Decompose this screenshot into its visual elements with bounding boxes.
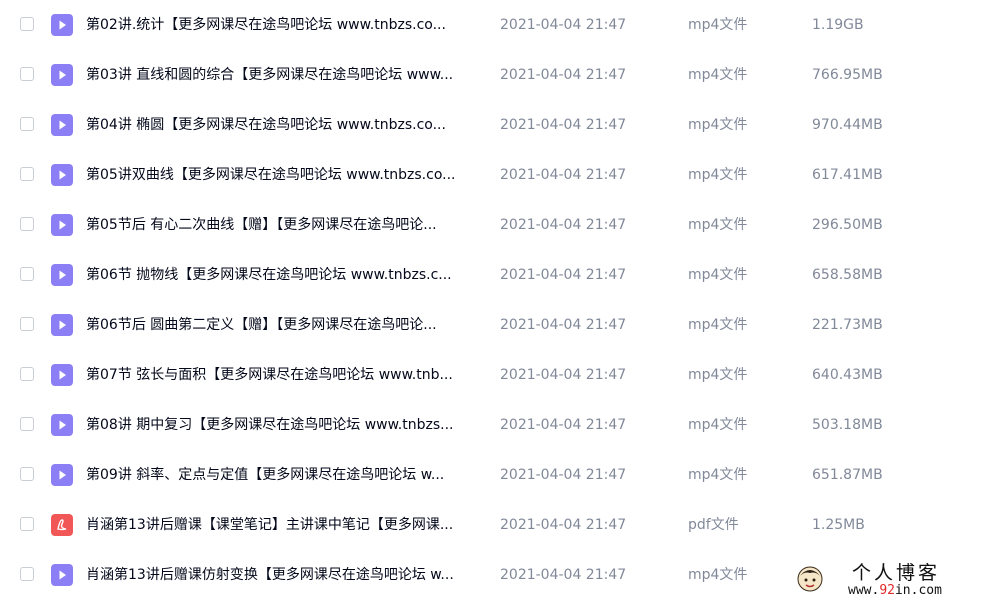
file-type: mp4文件	[688, 317, 748, 333]
file-name[interactable]: 第08讲 期中复习【更多网课尽在途鸟吧论坛 www.tnbzs...	[86, 415, 486, 435]
file-row[interactable]: 第06节后 圆曲第二定义【赠】【更多网课尽在途鸟吧论... 2021-04-04 …	[0, 300, 987, 350]
video-file-icon	[51, 114, 73, 136]
video-file-icon	[51, 214, 73, 236]
file-date: 2021-04-04 21:47	[500, 567, 627, 583]
file-size: 1.25MB	[812, 517, 865, 533]
file-row[interactable]: 第05节后 有心二次曲线【赠】【更多网课尽在途鸟吧论... 2021-04-04 …	[0, 200, 987, 250]
file-list: 第02讲.统计【更多网课尽在途鸟吧论坛 www.tnbzs.co... 2021-…	[0, 0, 987, 603]
file-size: 1.19GB	[812, 17, 864, 33]
file-date: 2021-04-04 21:47	[500, 267, 627, 283]
pdf-file-icon	[51, 514, 73, 536]
file-date: 2021-04-04 21:47	[500, 417, 627, 433]
file-date: 2021-04-04 21:47	[500, 17, 627, 33]
file-row[interactable]: 第07节 弦长与面积【更多网课尽在途鸟吧论坛 www.tnb... 2021-04…	[0, 350, 987, 400]
file-type: mp4文件	[688, 17, 748, 33]
file-type: mp4文件	[688, 167, 748, 183]
file-row[interactable]: 肖涵第13讲后赠课【课堂笔记】主讲课中笔记【更多网课... 2021-04-04 …	[0, 500, 987, 550]
file-name[interactable]: 第06节 抛物线【更多网课尽在途鸟吧论坛 www.tnbzs.c...	[86, 265, 486, 285]
row-checkbox[interactable]	[20, 267, 34, 281]
file-row[interactable]: 第09讲 斜率、定点与定值【更多网课尽在途鸟吧论坛 w... 2021-04-04…	[0, 450, 987, 500]
row-checkbox[interactable]	[20, 467, 34, 481]
video-file-icon	[51, 314, 73, 336]
video-file-icon	[51, 14, 73, 36]
row-checkbox[interactable]	[20, 117, 34, 131]
file-name[interactable]: 第07节 弦长与面积【更多网课尽在途鸟吧论坛 www.tnb...	[86, 365, 486, 385]
file-date: 2021-04-04 21:47	[500, 217, 627, 233]
video-file-icon	[51, 414, 73, 436]
file-size: 970.44MB	[812, 117, 883, 133]
file-row[interactable]: 第02讲.统计【更多网课尽在途鸟吧论坛 www.tnbzs.co... 2021-…	[0, 0, 987, 50]
watermark-logo: 个人博客 www.92in.com	[792, 560, 980, 602]
row-checkbox[interactable]	[20, 17, 34, 31]
file-date: 2021-04-04 21:47	[500, 67, 627, 83]
avatar-icon	[797, 566, 823, 592]
file-name[interactable]: 第09讲 斜率、定点与定值【更多网课尽在途鸟吧论坛 w...	[86, 465, 486, 485]
row-checkbox[interactable]	[20, 217, 34, 231]
file-date: 2021-04-04 21:47	[500, 517, 627, 533]
file-type: mp4文件	[688, 467, 748, 483]
file-type: mp4文件	[688, 217, 748, 233]
file-row[interactable]: 第05讲双曲线【更多网课尽在途鸟吧论坛 www.tnbzs.co... 2021-…	[0, 150, 987, 200]
watermark-title: 个人博客	[852, 562, 941, 584]
row-checkbox[interactable]	[20, 367, 34, 381]
file-date: 2021-04-04 21:47	[500, 467, 627, 483]
file-size: 296.50MB	[812, 217, 883, 233]
watermark-url: www.92in.com	[848, 583, 942, 598]
file-type: mp4文件	[688, 67, 748, 83]
file-name[interactable]: 肖涵第13讲后赠课仿射变换【更多网课尽在途鸟吧论坛 w...	[86, 565, 486, 585]
file-size: 658.58MB	[812, 267, 883, 283]
file-type: mp4文件	[688, 417, 748, 433]
file-size: 640.43MB	[812, 367, 883, 383]
file-name[interactable]: 第04讲 椭圆【更多网课尽在途鸟吧论坛 www.tnbzs.co...	[86, 115, 486, 135]
file-name[interactable]: 第03讲 直线和圆的综合【更多网课尽在途鸟吧论坛 www...	[86, 65, 486, 85]
row-checkbox[interactable]	[20, 417, 34, 431]
file-type: mp4文件	[688, 267, 748, 283]
video-file-icon	[51, 364, 73, 386]
file-type: mp4文件	[688, 367, 748, 383]
video-file-icon	[51, 164, 73, 186]
row-checkbox[interactable]	[20, 517, 34, 531]
video-file-icon	[51, 64, 73, 86]
video-file-icon	[51, 464, 73, 486]
file-type: pdf文件	[688, 517, 739, 533]
row-checkbox[interactable]	[20, 567, 34, 581]
video-file-icon	[51, 264, 73, 286]
file-row[interactable]: 第06节 抛物线【更多网课尽在途鸟吧论坛 www.tnbzs.c... 2021-…	[0, 250, 987, 300]
file-date: 2021-04-04 21:47	[500, 117, 627, 133]
file-name[interactable]: 第02讲.统计【更多网课尽在途鸟吧论坛 www.tnbzs.co...	[86, 15, 486, 35]
file-size: 651.87MB	[812, 467, 883, 483]
file-date: 2021-04-04 21:47	[500, 367, 627, 383]
row-checkbox[interactable]	[20, 167, 34, 181]
row-checkbox[interactable]	[20, 67, 34, 81]
file-name[interactable]: 第05讲双曲线【更多网课尽在途鸟吧论坛 www.tnbzs.co...	[86, 165, 486, 185]
file-name[interactable]: 第05节后 有心二次曲线【赠】【更多网课尽在途鸟吧论...	[86, 215, 486, 235]
file-date: 2021-04-04 21:47	[500, 167, 627, 183]
file-size: 221.73MB	[812, 317, 883, 333]
file-name[interactable]: 第06节后 圆曲第二定义【赠】【更多网课尽在途鸟吧论...	[86, 315, 486, 335]
file-row[interactable]: 第04讲 椭圆【更多网课尽在途鸟吧论坛 www.tnbzs.co... 2021-…	[0, 100, 987, 150]
file-name[interactable]: 肖涵第13讲后赠课【课堂笔记】主讲课中笔记【更多网课...	[86, 515, 486, 535]
file-row[interactable]: 第08讲 期中复习【更多网课尽在途鸟吧论坛 www.tnbzs... 2021-0…	[0, 400, 987, 450]
file-row[interactable]: 第03讲 直线和圆的综合【更多网课尽在途鸟吧论坛 www... 2021-04-0…	[0, 50, 987, 100]
file-size: 766.95MB	[812, 67, 883, 83]
file-size: 617.41MB	[812, 167, 883, 183]
file-date: 2021-04-04 21:47	[500, 317, 627, 333]
video-file-icon	[51, 564, 73, 586]
file-size: 503.18MB	[812, 417, 883, 433]
row-checkbox[interactable]	[20, 317, 34, 331]
file-type: mp4文件	[688, 567, 748, 583]
file-type: mp4文件	[688, 117, 748, 133]
